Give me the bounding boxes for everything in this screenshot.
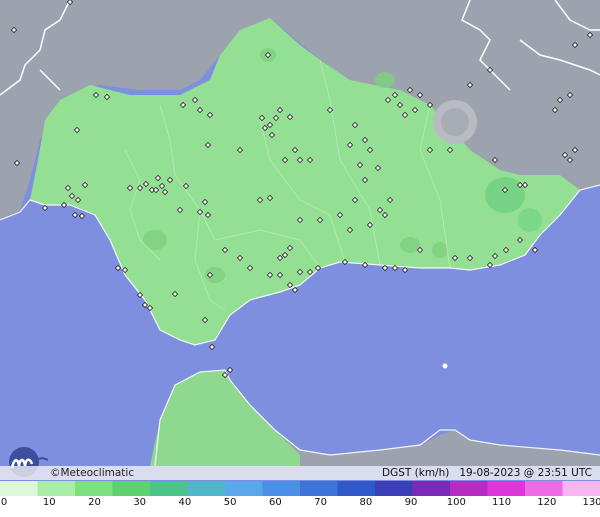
scale-swatch bbox=[300, 481, 338, 496]
scale-tick-label: 40 bbox=[178, 497, 192, 508]
gust-patch bbox=[432, 242, 448, 258]
scale-tick-label: 120 bbox=[537, 497, 557, 508]
scale-tick-label: 80 bbox=[359, 497, 373, 508]
gust-patch bbox=[485, 177, 525, 213]
map-metadata: DGST (km/h) 19-08-2023 @ 23:51 UTC bbox=[382, 466, 592, 480]
scale-swatch bbox=[450, 481, 488, 496]
wind-gust-map bbox=[0, 0, 600, 517]
scale-swatch bbox=[375, 481, 413, 496]
gust-patch bbox=[375, 72, 395, 88]
scale-swatch bbox=[412, 481, 451, 496]
color-scale: 0 10 20 30 40 50 60 70 80 90 100 110 120 130 bbox=[0, 481, 600, 517]
scale-tick-label: 130 bbox=[582, 497, 600, 508]
time-label: @ 23:51 UTC bbox=[523, 467, 592, 479]
color-scale-labels: 0 10 20 30 40 50 60 70 80 90 100 110 120 130 bbox=[0, 497, 600, 513]
scale-swatch bbox=[37, 481, 76, 496]
scale-tick-label: 70 bbox=[314, 497, 327, 508]
scale-swatch bbox=[225, 481, 263, 496]
scale-swatch bbox=[487, 481, 526, 496]
date-label: 19-08-2023 bbox=[459, 467, 521, 479]
copyright-text: ©Meteoclimatic bbox=[50, 467, 135, 479]
scale-tick-label: 0 bbox=[0, 497, 8, 508]
scale-tick-label: 100 bbox=[446, 497, 466, 508]
scale-tick-label: 50 bbox=[223, 497, 237, 508]
scale-swatch bbox=[262, 481, 301, 496]
color-scale-bar bbox=[0, 481, 600, 496]
scale-swatch bbox=[112, 481, 151, 496]
calm-area-inner bbox=[441, 108, 469, 136]
scale-swatch bbox=[337, 481, 376, 496]
scale-swatch bbox=[75, 481, 113, 496]
scale-tick-label: 110 bbox=[491, 497, 512, 508]
variable-label: DGST (km/h) bbox=[382, 467, 450, 479]
gust-patch bbox=[518, 208, 542, 232]
gust-patch bbox=[400, 237, 420, 253]
alboran-island bbox=[442, 363, 448, 369]
scale-tick-label: 20 bbox=[88, 497, 101, 508]
scale-tick-label: 60 bbox=[269, 497, 282, 508]
scale-tick-label: 90 bbox=[404, 497, 418, 508]
scale-swatch bbox=[562, 481, 600, 496]
scale-swatch bbox=[525, 481, 563, 496]
scale-swatch bbox=[0, 481, 38, 496]
scale-tick-label: 30 bbox=[133, 497, 147, 508]
scale-swatch bbox=[187, 481, 226, 496]
scale-swatch bbox=[150, 481, 188, 496]
scale-tick-label: 10 bbox=[42, 497, 56, 508]
